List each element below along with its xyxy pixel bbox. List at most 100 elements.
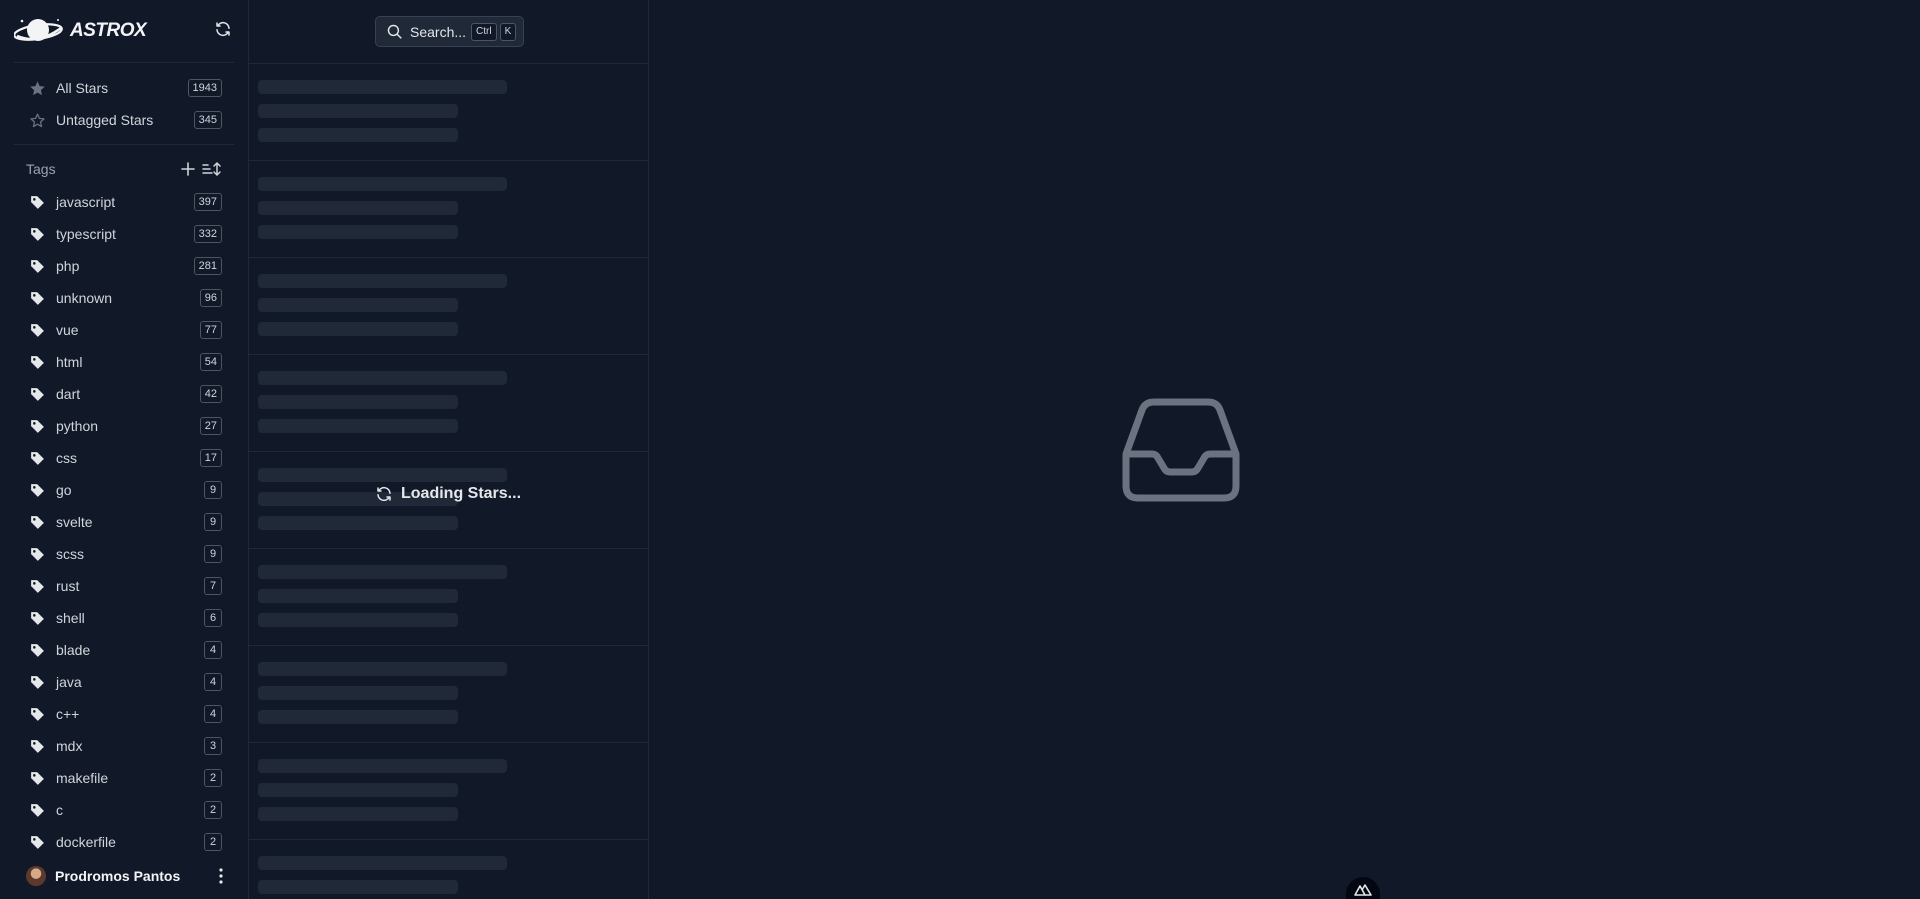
- count-badge: 4: [204, 641, 222, 659]
- skeleton-line: [258, 128, 458, 142]
- skeleton-line: [258, 298, 458, 312]
- skeleton-line: [258, 856, 507, 870]
- skeleton-row: [249, 549, 649, 646]
- tag-item[interactable]: unknown 96: [14, 284, 236, 312]
- tag-item[interactable]: java 4: [14, 668, 236, 696]
- skeleton-line: [258, 225, 458, 239]
- tag-item[interactable]: vue 77: [14, 316, 236, 344]
- tag-label: unknown: [56, 290, 113, 306]
- sync-button[interactable]: [211, 17, 235, 41]
- tag-item[interactable]: html 54: [14, 348, 236, 376]
- nav-label: Untagged Stars: [56, 112, 154, 128]
- tag-label: svelte: [56, 514, 93, 530]
- nav-all-stars[interactable]: All Stars 1943: [14, 74, 236, 102]
- tag-icon: [26, 575, 48, 597]
- skeleton-line: [258, 274, 507, 288]
- tag-item[interactable]: shell 6: [14, 604, 236, 632]
- tag-item[interactable]: javascript 397: [14, 188, 236, 216]
- detail-pane: [649, 0, 1920, 899]
- skeleton-line: [258, 201, 458, 215]
- count-badge: 96: [199, 289, 222, 307]
- tag-item[interactable]: typescript 332: [14, 220, 236, 248]
- tag-icon: [26, 383, 48, 405]
- tag-label: c: [56, 802, 63, 818]
- tags-title: Tags: [26, 161, 56, 177]
- skeleton-line: [258, 468, 507, 482]
- nuxt-icon: [1354, 884, 1372, 896]
- count-badge: 1943: [187, 79, 222, 97]
- tag-item[interactable]: go 9: [14, 476, 236, 504]
- tag-item[interactable]: blade 4: [14, 636, 236, 664]
- skeleton-line: [258, 80, 507, 94]
- count-badge: 2: [204, 801, 222, 819]
- user-name: Prodromos Pantos: [55, 868, 181, 884]
- vertical-dots-icon: [219, 868, 223, 884]
- skeleton-row: [249, 161, 649, 258]
- count-badge: 281: [193, 257, 222, 275]
- user-menu-button[interactable]: [210, 865, 232, 887]
- count-badge: 2: [204, 769, 222, 787]
- count-badge: 9: [204, 545, 222, 563]
- skeleton-row: [249, 646, 649, 743]
- count-badge: 4: [204, 673, 222, 691]
- inbox-empty-icon: [1122, 398, 1240, 502]
- tag-item[interactable]: css 17: [14, 444, 236, 472]
- tag-item[interactable]: python 27: [14, 412, 236, 440]
- tag-label: python: [56, 418, 99, 434]
- tag-icon: [26, 319, 48, 341]
- tag-item[interactable]: mdx 3: [14, 732, 236, 760]
- sidebar: ASTROX All Stars 1943 Untagged Stars 345: [0, 0, 249, 899]
- skeleton-line: [258, 880, 458, 894]
- tag-label: c++: [56, 706, 80, 722]
- devtools-badge[interactable]: [1346, 877, 1380, 899]
- tag-item[interactable]: svelte 9: [14, 508, 236, 536]
- tag-item[interactable]: php 281: [14, 252, 236, 280]
- planet-logo-icon: [14, 19, 63, 41]
- skeleton-line: [258, 807, 458, 821]
- sidebar-divider: [14, 62, 234, 63]
- tag-item[interactable]: rust 7: [14, 572, 236, 600]
- tag-icon: [26, 447, 48, 469]
- sidebar-divider: [14, 144, 234, 145]
- skeleton-line: [258, 104, 458, 118]
- tag-label: dart: [56, 386, 81, 402]
- tag-icon: [26, 511, 48, 533]
- tag-label: css: [56, 450, 77, 466]
- skeleton-line: [258, 759, 507, 773]
- tag-item[interactable]: makefile 2: [14, 764, 236, 792]
- count-badge: 332: [193, 225, 222, 243]
- skeleton-line: [258, 565, 507, 579]
- skeleton-line: [258, 613, 458, 627]
- sort-tags-button[interactable]: [201, 159, 223, 179]
- skeleton-line: [258, 371, 507, 385]
- tag-icon: [26, 831, 48, 853]
- count-badge: 17: [199, 449, 222, 467]
- tag-icon: [26, 671, 48, 693]
- shortcut-key: Ctrl: [471, 22, 497, 41]
- search-button[interactable]: Search... Ctrl K: [375, 16, 524, 47]
- count-badge: 9: [204, 513, 222, 531]
- tag-item[interactable]: scss 9: [14, 540, 236, 568]
- tags-header: Tags: [26, 158, 236, 180]
- skeleton-row: [249, 64, 649, 161]
- nav-untagged-stars[interactable]: Untagged Stars 345: [14, 106, 236, 134]
- user-profile[interactable]: Prodromos Pantos: [14, 862, 236, 890]
- tag-label: scss: [56, 546, 84, 562]
- count-badge: 3: [204, 737, 222, 755]
- tag-item[interactable]: c++ 4: [14, 700, 236, 728]
- count-badge: 54: [199, 353, 222, 371]
- skeleton-line: [258, 589, 458, 603]
- tag-label: html: [56, 354, 83, 370]
- count-badge: 397: [193, 193, 222, 211]
- tag-icon: [26, 191, 48, 213]
- search-label: Search...: [410, 23, 467, 40]
- tag-item[interactable]: dart 42: [14, 380, 236, 408]
- tag-label: typescript: [56, 226, 116, 242]
- tag-item[interactable]: c2: [14, 796, 236, 824]
- skeleton-line: [258, 516, 458, 530]
- tag-item[interactable]: dockerfile 2: [14, 828, 236, 856]
- tag-label: shell: [56, 610, 85, 626]
- add-tag-button[interactable]: [178, 159, 198, 179]
- tag-label: rust: [56, 578, 80, 594]
- skeleton-row: [249, 355, 649, 452]
